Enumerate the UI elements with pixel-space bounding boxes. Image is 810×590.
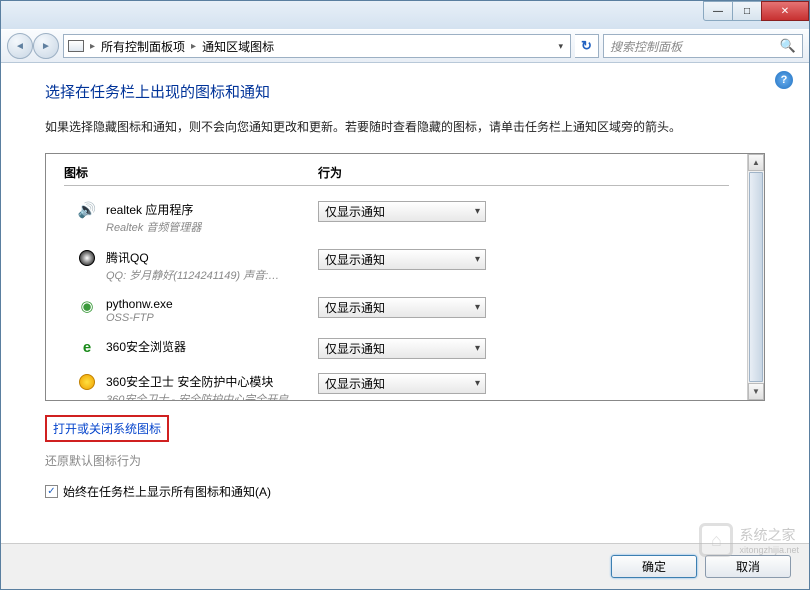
always-show-label: 始终在任务栏上显示所有图标和通知(A) [63, 483, 271, 500]
content-area: ? 选择在任务栏上出现的图标和通知 如果选择隐藏图标和通知，则不会向您通知更改和… [1, 63, 809, 543]
navigation-bar: ◄ ► ▸ 所有控制面板项 ▸ 通知区域图标 ▾ ↻ 搜索控制面板 🔍 [1, 29, 809, 63]
item-title: 360安全卫士 安全防护中心模块 [106, 373, 318, 390]
list-item: 腾讯QQ QQ: 岁月静好(1124241149) 声音:… 仅显示通知 [64, 244, 729, 292]
icons-list-panel: 图标 行为 🔊 realtek 应用程序 Realtek 音频管理器 仅显示通知… [45, 153, 765, 401]
address-dropdown-icon[interactable]: ▾ [555, 41, 566, 52]
always-show-checkbox[interactable]: ✓ [45, 485, 58, 498]
item-title: 360安全浏览器 [106, 338, 318, 355]
breadcrumb-notification-icons[interactable]: 通知区域图标 [202, 38, 274, 55]
behavior-select[interactable]: 仅显示通知 [318, 373, 486, 394]
breadcrumb-all-items[interactable]: 所有控制面板项 [101, 38, 185, 55]
item-title: 腾讯QQ [106, 249, 318, 266]
close-button[interactable]: ✕ [761, 1, 809, 21]
item-subtitle: 360安全卫士 - 安全防护中心完全开启 [106, 391, 314, 400]
item-subtitle: OSS-FTP [106, 312, 314, 324]
maximize-button[interactable]: □ [732, 1, 762, 21]
toggle-system-icons-link[interactable]: 打开或关闭系统图标 [53, 422, 161, 436]
icons-list-body: 图标 行为 🔊 realtek 应用程序 Realtek 音频管理器 仅显示通知… [46, 154, 747, 400]
page-description: 如果选择隐藏图标和通知，则不会向您通知更改和更新。若要随时查看隐藏的图标，请单击… [45, 118, 765, 137]
column-icon-header: 图标 [64, 164, 318, 185]
item-subtitle: Realtek 音频管理器 [106, 219, 314, 235]
browser-icon: e [76, 338, 98, 356]
nav-buttons: ◄ ► [7, 33, 59, 59]
360-icon [76, 373, 98, 391]
search-placeholder: 搜索控制面板 [610, 38, 682, 55]
item-title: realtek 应用程序 [106, 201, 318, 218]
scroll-up-button[interactable]: ▲ [748, 154, 764, 171]
search-icon[interactable]: 🔍 [780, 38, 796, 54]
behavior-select[interactable]: 仅显示通知 [318, 201, 486, 222]
search-input[interactable]: 搜索控制面板 🔍 [603, 34, 803, 58]
help-icon[interactable]: ? [775, 71, 793, 89]
restore-default-link: 还原默认图标行为 [45, 452, 765, 469]
cancel-button[interactable]: 取消 [705, 555, 791, 578]
column-behavior-header: 行为 [318, 164, 342, 185]
refresh-button[interactable]: ↻ [575, 34, 599, 58]
list-item: e 360安全浏览器 仅显示通知 [64, 333, 729, 368]
page-title: 选择在任务栏上出现的图标和通知 [45, 81, 765, 102]
dialog-footer: 确定 取消 [1, 543, 809, 589]
list-item: 🔊 realtek 应用程序 Realtek 音频管理器 仅显示通知 [64, 196, 729, 244]
back-button[interactable]: ◄ [7, 33, 33, 59]
speaker-icon: 🔊 [76, 201, 98, 219]
highlighted-link-box: 打开或关闭系统图标 [45, 415, 169, 442]
item-title: pythonw.exe [106, 297, 318, 311]
column-headers: 图标 行为 [64, 164, 729, 185]
list-item: ◉ pythonw.exe OSS-FTP 仅显示通知 [64, 292, 729, 333]
item-subtitle: QQ: 岁月静好(1124241149) 声音:… [106, 267, 314, 283]
ok-button[interactable]: 确定 [611, 555, 697, 578]
qq-icon [76, 249, 98, 267]
breadcrumb-sep-icon: ▸ [90, 41, 95, 52]
address-bar[interactable]: ▸ 所有控制面板项 ▸ 通知区域图标 ▾ [63, 34, 571, 58]
control-panel-icon [68, 40, 84, 52]
breadcrumb-sep-icon: ▸ [191, 41, 196, 52]
header-divider [64, 185, 729, 186]
minimize-button[interactable]: — [703, 1, 733, 21]
window-titlebar: — □ ✕ [1, 1, 809, 29]
always-show-checkbox-row: ✓ 始终在任务栏上显示所有图标和通知(A) [45, 483, 765, 500]
forward-button[interactable]: ► [33, 33, 59, 59]
scroll-thumb[interactable] [749, 172, 763, 382]
scroll-down-button[interactable]: ▼ [748, 383, 764, 400]
scrollbar[interactable]: ▲ ▼ [747, 154, 764, 400]
control-panel-window: — □ ✕ ◄ ► ▸ 所有控制面板项 ▸ 通知区域图标 ▾ ↻ 搜索控制面板 … [0, 0, 810, 590]
python-icon: ◉ [76, 297, 98, 315]
list-item: 360安全卫士 安全防护中心模块 360安全卫士 - 安全防护中心完全开启 仅显… [64, 368, 729, 400]
behavior-select[interactable]: 仅显示通知 [318, 338, 486, 359]
behavior-select[interactable]: 仅显示通知 [318, 249, 486, 270]
behavior-select[interactable]: 仅显示通知 [318, 297, 486, 318]
